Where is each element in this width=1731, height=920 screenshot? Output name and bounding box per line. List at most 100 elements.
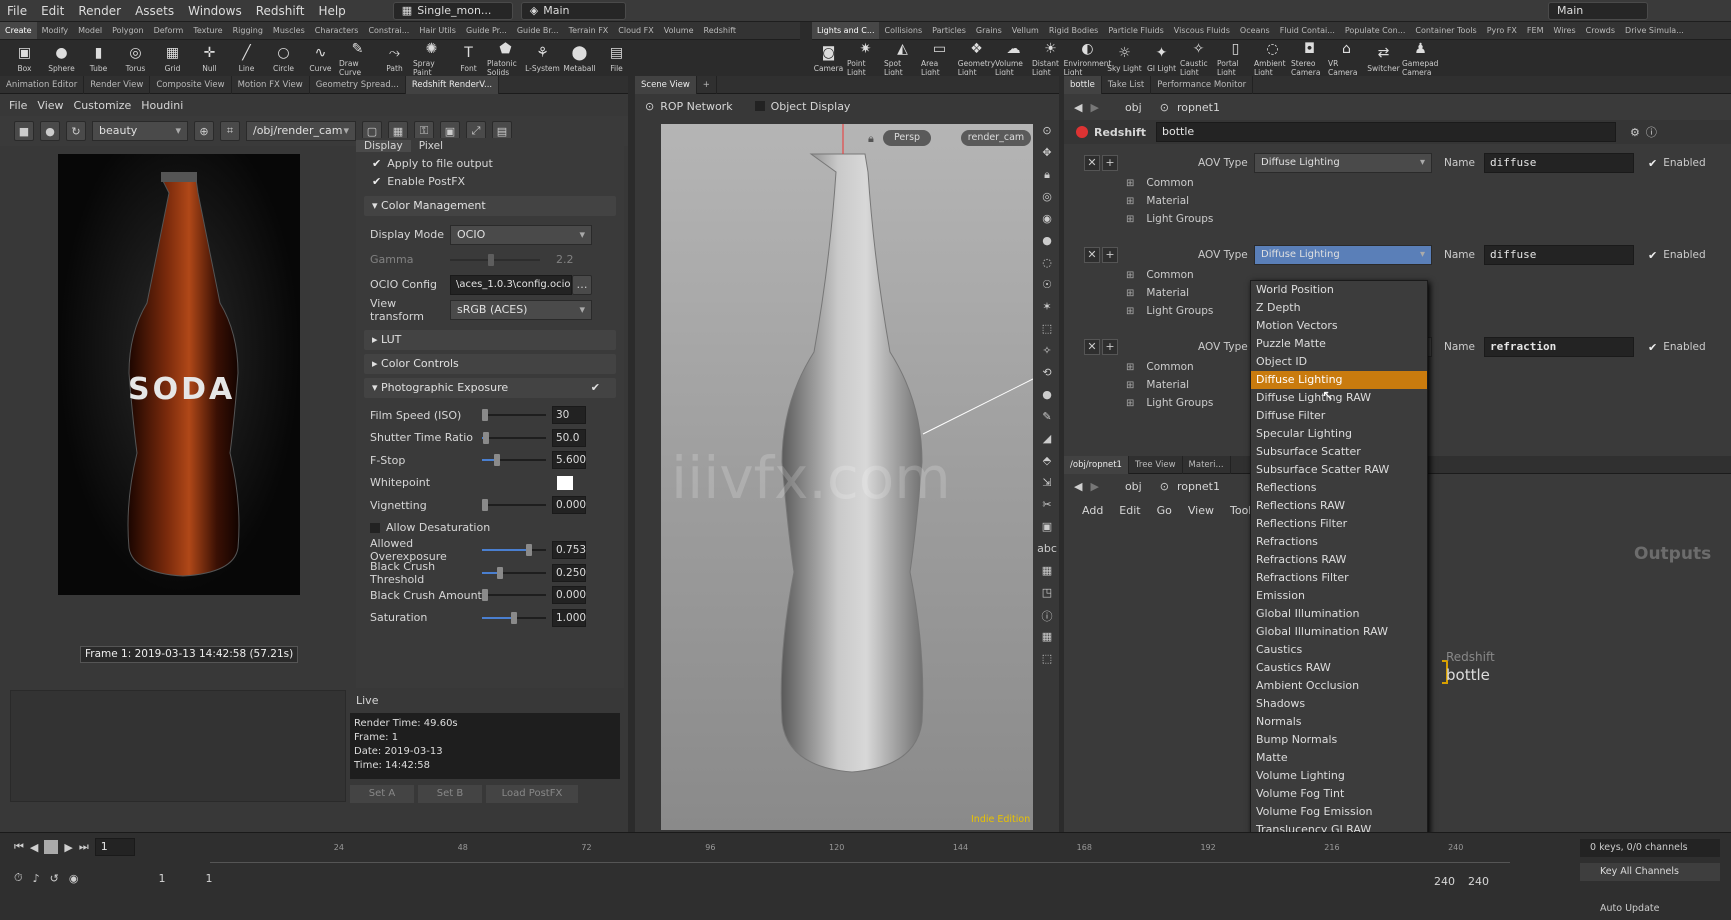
dropdown-item[interactable]: Volume Lighting	[1251, 767, 1427, 785]
param-slider[interactable]	[482, 454, 546, 467]
viewport-canvas[interactable]: Persp render_cam 🔒︎ iiivfx.com Indie Edi…	[661, 124, 1034, 830]
param-slider[interactable]	[482, 499, 546, 512]
jump-start-icon[interactable]: ⏮	[14, 840, 24, 854]
expand-icon[interactable]: ⊞	[1126, 196, 1134, 207]
param-value[interactable]: 0.000	[552, 496, 586, 515]
shelf-tab[interactable]: FEM	[1522, 22, 1549, 39]
remove-aov-icon[interactable]: ✕	[1084, 339, 1100, 355]
shelf-tab[interactable]: Deform	[149, 22, 189, 39]
spot-light-tool[interactable]: ◭ Spot Light	[884, 41, 921, 76]
render-view-menu-item[interactable]: File	[4, 99, 32, 112]
path-tool[interactable]: ⤳ Path	[376, 44, 413, 73]
environment-light-tool[interactable]: ◐ Environment Light	[1064, 41, 1112, 76]
shelf-tab[interactable]: Lights and C...	[812, 22, 880, 39]
ambient-light-tool[interactable]: ◌ Ambient Light	[1254, 41, 1291, 76]
param-value[interactable]: 1.000	[552, 608, 586, 627]
dropdown-item[interactable]: Refractions Filter	[1251, 569, 1427, 587]
ocio-config-field[interactable]: \aces_1.0.3\config.ocio	[450, 274, 572, 295]
shelf-tab[interactable]: Rigid Bodies	[1044, 22, 1103, 39]
viewport-tool-icon[interactable]: ◢	[1037, 432, 1057, 454]
shelf-tab[interactable]: Rigging	[228, 22, 268, 39]
aov-name-field[interactable]: refraction	[1484, 337, 1634, 357]
param-value[interactable]: 0.250	[552, 563, 586, 582]
portal-light-tool[interactable]: ▯ Portal Light	[1217, 41, 1254, 76]
shelf-tab[interactable]: Particle Fluids	[1103, 22, 1168, 39]
circle-tool[interactable]: ○ Circle	[265, 44, 302, 73]
viewport-tool-icon[interactable]: ◎	[1037, 190, 1057, 212]
network-menu-item[interactable]: Add	[1074, 504, 1111, 517]
volume-light-tool[interactable]: ☁ Volume Light	[995, 41, 1032, 76]
dropdown-item[interactable]: Diffuse Lighting	[1251, 371, 1427, 389]
slider-knob[interactable]	[525, 544, 532, 557]
play-icon[interactable]: ▶	[64, 841, 72, 854]
slider-knob[interactable]	[483, 431, 490, 444]
display-toggle-icon[interactable]	[754, 101, 765, 111]
aov-subfolder[interactable]: ⊞ Material	[1064, 192, 1731, 210]
dropdown-item[interactable]: Reflections	[1251, 479, 1427, 497]
expand-icon[interactable]: ⊞	[1126, 398, 1134, 409]
dropdown-item[interactable]: Normals	[1251, 713, 1427, 731]
aov-name-field[interactable]: diffuse	[1484, 153, 1634, 173]
shelf-tab[interactable]: Container Tools	[1410, 22, 1481, 39]
area-light-tool[interactable]: ▭ Area Light	[921, 41, 958, 76]
param-slider[interactable]	[482, 566, 546, 579]
switcher-tool[interactable]: ⇄ Switcher	[1365, 44, 1402, 73]
aov-subfolder[interactable]: ⊞ Common	[1064, 174, 1731, 192]
dropdown-item[interactable]: Caustics	[1251, 641, 1427, 659]
menu-item-redshift[interactable]: Redshift	[249, 0, 312, 22]
dropdown-item[interactable]: Shadows	[1251, 695, 1427, 713]
tab-left-pane[interactable]: Motion FX View	[232, 75, 310, 94]
tab-scene-view[interactable]: Scene View	[635, 75, 697, 94]
sphere-tool[interactable]: ● Sphere	[43, 44, 80, 73]
param-slider[interactable]	[482, 431, 546, 444]
viewport-tool-icon[interactable]: ⇲	[1037, 476, 1057, 498]
whitepoint-swatch[interactable]	[557, 475, 573, 490]
dropdown-item[interactable]: Refractions RAW	[1251, 551, 1427, 569]
shelf-tab[interactable]: Polygon	[107, 22, 148, 39]
end-frame-2[interactable]: 240	[1468, 875, 1489, 888]
tab-pixel[interactable]: Pixel	[411, 140, 451, 152]
loop-icon[interactable]: ↺	[50, 872, 59, 885]
slider-knob[interactable]	[482, 499, 488, 512]
dropdown-item[interactable]: Subsurface Scatter	[1251, 443, 1427, 461]
viewport-tool-icon[interactable]: ✶	[1037, 300, 1057, 322]
color-management-section[interactable]: ▾ Color Management	[364, 196, 616, 216]
vr-camera-tool[interactable]: ⌂ VR Camera	[1328, 41, 1365, 76]
null-tool[interactable]: ✛ Null	[191, 44, 228, 73]
shelf-tab[interactable]: Fluid Contai...	[1275, 22, 1340, 39]
tube-tool[interactable]: ▮ Tube	[80, 44, 117, 73]
aov-subfolder[interactable]: ⊞ Light Groups	[1064, 210, 1731, 228]
tab-left-pane[interactable]: Render View	[84, 75, 151, 94]
aov-selector[interactable]: beauty	[92, 121, 188, 141]
dropdown-item[interactable]: Motion Vectors	[1251, 317, 1427, 335]
tab-network[interactable]: /obj/ropnet1	[1064, 455, 1129, 474]
shelf-tab[interactable]: Model	[73, 22, 107, 39]
lsystem-tool[interactable]: ⚘ L-System	[524, 44, 561, 73]
slider-knob[interactable]	[511, 611, 517, 624]
network-menu-item[interactable]: View	[1180, 504, 1222, 517]
realtime-icon[interactable]: ⏱	[14, 871, 23, 885]
tab-network[interactable]: Tree View	[1129, 455, 1183, 474]
aov-name-field[interactable]: diffuse	[1484, 245, 1634, 265]
dropdown-item[interactable]: Specular Lighting	[1251, 425, 1427, 443]
shelf-tab[interactable]: Characters	[310, 22, 364, 39]
view-transform-dropdown[interactable]: sRGB (ACES)	[450, 299, 592, 320]
param-value[interactable]: 0.753	[552, 541, 586, 560]
lock-icon[interactable]: 🔒︎	[868, 132, 874, 146]
param-slider[interactable]	[482, 409, 546, 422]
checkbox-empty-icon[interactable]	[370, 522, 380, 533]
key-all-channels-button[interactable]: Key All Channels	[1580, 863, 1720, 881]
color-controls-section[interactable]: ▸ Color Controls	[364, 354, 616, 374]
menu-item-edit[interactable]: Edit	[34, 0, 71, 22]
param-value[interactable]: 0.000	[552, 586, 586, 605]
viewport-tool-icon[interactable]: ⬘	[1037, 454, 1057, 476]
geometry-light-tool[interactable]: ❖ Geometry Light	[958, 41, 995, 76]
camera-menu[interactable]: render_cam	[961, 130, 1031, 146]
viewport-tool-icon[interactable]: ◳	[1037, 586, 1057, 608]
expand-icon[interactable]: ⊞	[1126, 214, 1134, 225]
viewport-tool-icon[interactable]: abc	[1037, 542, 1057, 564]
live-button[interactable]: Set A	[350, 785, 414, 803]
shelf-tab[interactable]: Redshift	[699, 22, 741, 39]
viewport-tool-icon[interactable]: ◉	[1037, 212, 1057, 234]
caustic-light-tool[interactable]: ✧ Caustic Light	[1180, 41, 1217, 76]
